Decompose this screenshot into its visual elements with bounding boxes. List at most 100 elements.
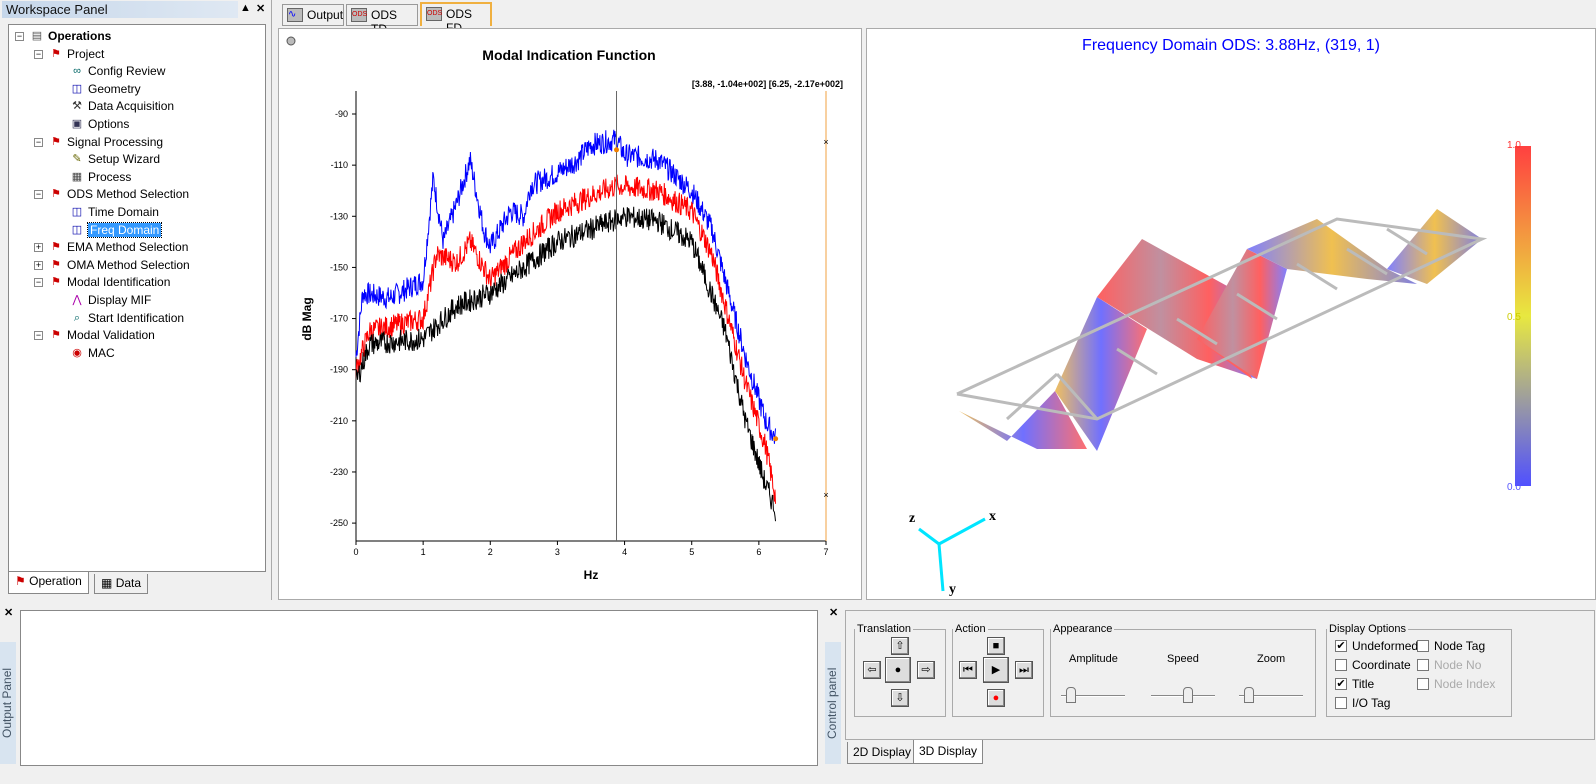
translate-down-button[interactable]: ⇩ (891, 689, 909, 707)
output-panel-tab[interactable]: Output Panel (0, 642, 16, 764)
next-button[interactable]: ⏭ (1015, 661, 1033, 679)
mif-chart-panel: Modal Indication Function [3.88, -1.04e+0… (278, 28, 862, 600)
tree-item[interactable]: ▦ Process (69, 168, 132, 186)
tree-item[interactable]: ∞ Config Review (69, 62, 165, 80)
tab-ods-fd[interactable]: ODSODS FD (420, 2, 492, 35)
tree-item[interactable]: ⚑ EMA Method Selection (48, 238, 188, 256)
zoom-slider[interactable] (1239, 681, 1303, 705)
tree-item[interactable]: ⋀ Display MIF (69, 291, 151, 309)
tab-output[interactable]: ∿ Output (282, 4, 344, 26)
previous-button[interactable]: ⏮ (959, 661, 977, 679)
tab-operation[interactable]: ⚑ Operation (8, 572, 89, 594)
display-options-group: Display Options ✔ Undeformed Coordinate ✔ Ti… (1326, 623, 1512, 717)
y-tick-label: -130 (330, 211, 348, 221)
tree-item[interactable]: ⚒ Data Acquisition (69, 97, 174, 115)
tree-item[interactable]: ⚑ Project (48, 45, 104, 63)
control-panel-tab[interactable]: Control panel (825, 642, 841, 764)
tree-item[interactable]: ✎ Setup Wizard (69, 150, 160, 168)
tree-item-label: EMA Method Selection (67, 240, 189, 255)
runner-icon: ⚑ (51, 258, 61, 271)
tree-item[interactable]: ⚑ ODS Method Selection (48, 185, 189, 203)
table-icon: ▦ (101, 576, 113, 590)
translate-center-button[interactable]: ● (885, 657, 911, 683)
play-button[interactable]: ▶ (983, 657, 1009, 683)
tree-item[interactable]: ⚑ Signal Processing (48, 133, 163, 151)
y-tick-label: -250 (330, 518, 348, 528)
option-i-o-tag[interactable]: I/O Tag (1335, 696, 1390, 710)
pin-button[interactable]: ▲ (240, 2, 251, 14)
translate-up-button[interactable]: ⇧ (891, 637, 909, 655)
checkbox[interactable] (1335, 697, 1347, 709)
option-label: Coordinate (1352, 658, 1411, 672)
tree-item[interactable]: ▣ Options (69, 115, 130, 133)
tree-item[interactable]: ⚑ OMA Method Selection (48, 256, 190, 274)
stop-button[interactable]: ■ (987, 637, 1005, 655)
option-node-tag[interactable]: Node Tag (1417, 639, 1485, 653)
amplitude-slider[interactable] (1061, 681, 1125, 705)
ods-icon: ODS (426, 7, 442, 21)
expand-toggle[interactable]: − (34, 278, 43, 288)
slider-thumb[interactable] (1066, 687, 1077, 703)
translate-right-button[interactable]: ⇨ (917, 661, 935, 679)
3d-view[interactable]: Frequency Domain ODS: 3.88Hz, (319, 1) 1… (866, 28, 1596, 600)
checkbox[interactable] (1417, 678, 1429, 690)
option-node-no[interactable]: Node No (1417, 658, 1481, 672)
tree-item[interactable]: ⌕ Start Identification (69, 309, 184, 327)
tab-label: Output (307, 8, 344, 22)
speed-label: Speed (1167, 653, 1199, 665)
tab-2d-display[interactable]: 2D Display (847, 742, 918, 764)
option-node-index[interactable]: Node Index (1417, 677, 1495, 691)
expand-toggle[interactable]: + (34, 260, 43, 270)
expand-toggle[interactable]: − (34, 49, 43, 59)
expand-toggle[interactable]: − (34, 331, 43, 341)
mif-chart[interactable]: Modal Indication Function [3.88, -1.04e+0… (279, 29, 863, 601)
y-tick-label: -170 (330, 314, 348, 324)
expand-toggle[interactable]: − (15, 32, 24, 41)
close-button[interactable]: ✕ (4, 606, 13, 619)
translation-group: Translation ⇧ ⇦ ● ⇨ ⇩ (854, 623, 946, 717)
option-coordinate[interactable]: Coordinate (1335, 658, 1411, 672)
tab-data[interactable]: ▦ Data (94, 574, 149, 594)
tree-item[interactable]: ▤ Operations (29, 27, 112, 45)
tree-item[interactable]: ◫ Geometry (69, 80, 141, 98)
tree-item[interactable]: ◉ MAC (69, 344, 114, 362)
tab-ods-td[interactable]: ODSODS TD (346, 4, 418, 36)
checkbox[interactable] (1335, 659, 1347, 671)
tree-item[interactable]: ◫ Freq Domain (69, 221, 163, 239)
wave-icon: ∿ (287, 8, 303, 22)
tree-item[interactable]: ⚑ Modal Identification (48, 273, 170, 291)
translate-left-button[interactable]: ⇦ (863, 661, 881, 679)
x-marker: × (823, 137, 828, 147)
tree-item-label: Modal Identification (67, 275, 171, 290)
output-text-area[interactable] (20, 610, 818, 766)
tree-item[interactable]: ◫ Time Domain (69, 203, 159, 221)
checkbox[interactable]: ✔ (1335, 640, 1347, 652)
x-tick-label: 3 (555, 547, 560, 557)
record-button[interactable]: ● (987, 689, 1005, 707)
speed-slider[interactable] (1151, 681, 1215, 705)
x-marker: × (823, 490, 828, 500)
slider-thumb[interactable] (1183, 687, 1194, 703)
tree-item-label: Modal Validation (67, 328, 155, 343)
appearance-group: Appearance Amplitude Speed Zoom (1050, 623, 1316, 717)
x-tick-label: 7 (823, 547, 828, 557)
chart-title: Modal Indication Function (482, 47, 655, 63)
checkbox[interactable] (1417, 659, 1429, 671)
close-button[interactable]: ✕ (256, 2, 265, 15)
tree-item-label: Time Domain (88, 205, 159, 219)
tab-3d-display[interactable]: 3D Display (913, 740, 984, 764)
checkbox[interactable]: ✔ (1335, 678, 1347, 690)
expand-toggle[interactable]: + (34, 243, 43, 253)
expand-toggle[interactable]: − (34, 190, 43, 200)
runner-icon: ⚑ (51, 329, 61, 342)
option-undeformed[interactable]: ✔ Undeformed (1335, 639, 1418, 653)
geometry-icon: ◫ (71, 82, 83, 95)
option-title[interactable]: ✔ Title (1335, 677, 1374, 691)
slider-thumb[interactable] (1244, 687, 1255, 703)
checkbox[interactable] (1417, 640, 1429, 652)
close-button[interactable]: ✕ (829, 606, 838, 619)
tree-item[interactable]: ⚑ Modal Validation (48, 326, 155, 344)
tree-item-label: ODS Method Selection (67, 187, 190, 202)
y-tick-label: -150 (330, 262, 348, 272)
expand-toggle[interactable]: − (34, 137, 43, 147)
